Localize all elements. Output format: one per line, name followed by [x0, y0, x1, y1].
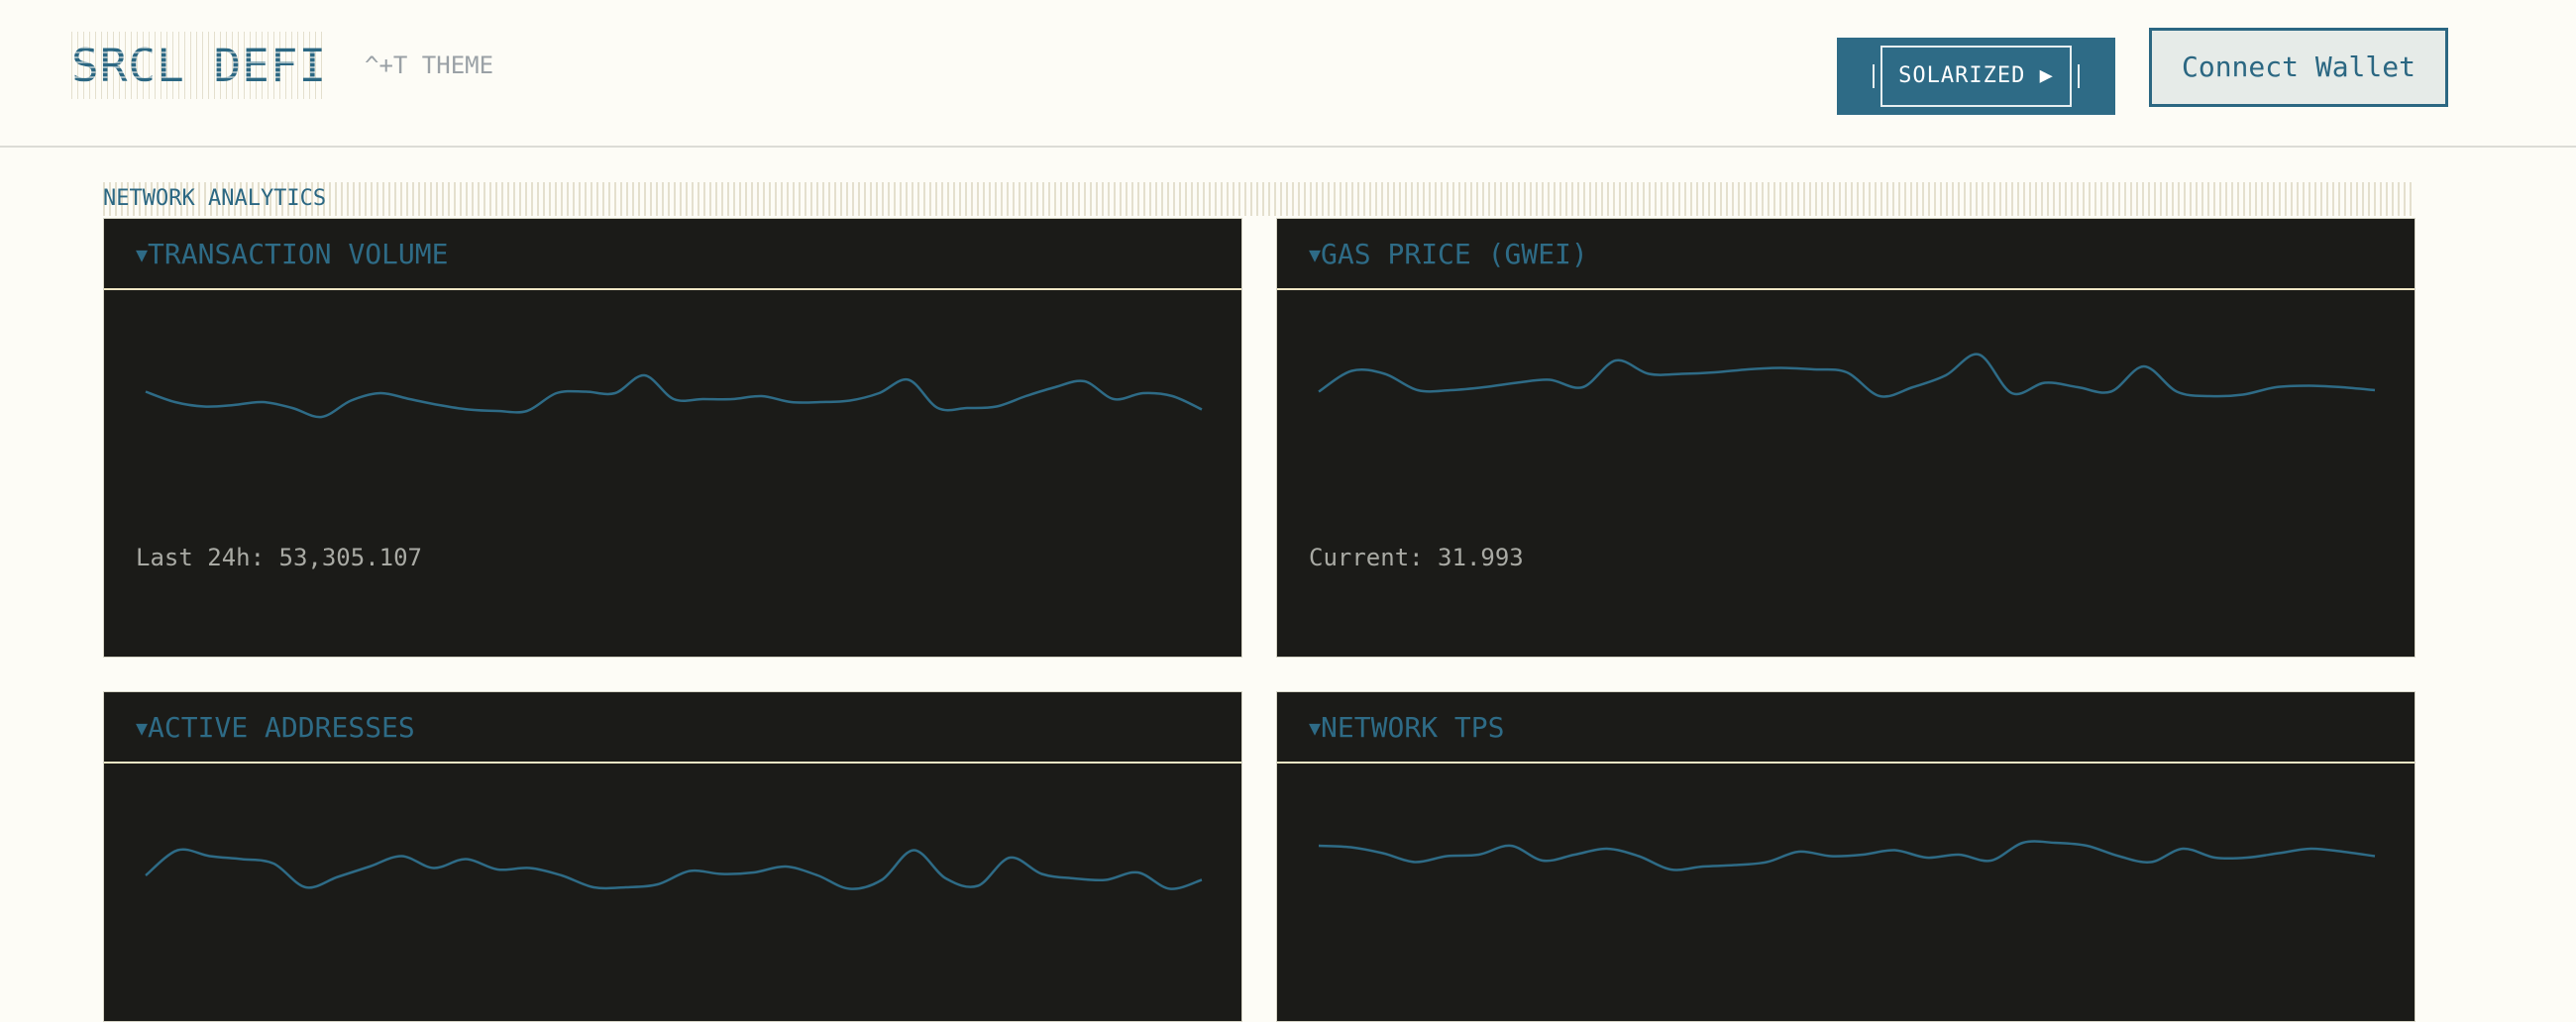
panel-transaction-volume: ▼TRANSACTION VOLUME Last 24h: 53,305.107 [103, 218, 1242, 658]
connect-wallet-button[interactable]: Connect Wallet [2149, 28, 2448, 107]
caret-down-icon: ▼ [136, 716, 149, 740]
panel-title: GAS PRICE (GWEI) [1321, 238, 1588, 270]
chart-line [145, 373, 1203, 419]
caret-down-icon: ▼ [1309, 243, 1322, 266]
caret-down-icon: ▼ [136, 243, 149, 266]
panel-title: TRANSACTION VOLUME [148, 238, 449, 270]
line-chart [1318, 840, 2376, 871]
panel-header[interactable]: ▼ACTIVE ADDRESSES [104, 692, 1241, 764]
line-chart [145, 848, 1203, 890]
app-logo[interactable]: SRCL DEFI [71, 32, 327, 99]
panel-gas-price: ▼GAS PRICE (GWEI) Current: 31.993 [1276, 218, 2415, 658]
chart-line [1318, 353, 2376, 398]
panel-title: NETWORK TPS [1321, 711, 1505, 744]
chart-line [145, 848, 1203, 890]
section-title: NETWORK ANALYTICS [103, 182, 2415, 216]
chart-line [1318, 840, 2376, 871]
panel-stat: Current: 31.993 [1309, 544, 1524, 571]
panel-header[interactable]: ▼NETWORK TPS [1277, 692, 2415, 764]
panel-header[interactable]: ▼TRANSACTION VOLUME [104, 219, 1241, 290]
theme-shortcut-hint: ^+T THEME [365, 51, 494, 79]
panel-network-tps: ▼NETWORK TPS [1276, 691, 2415, 1022]
panel-title: ACTIVE ADDRESSES [148, 711, 415, 744]
line-chart [1318, 353, 2376, 398]
panel-header[interactable]: ▼GAS PRICE (GWEI) [1277, 219, 2415, 290]
panel-active-addresses: ▼ACTIVE ADDRESSES [103, 691, 1242, 1022]
top-header: SRCL DEFI ^+T THEME SOLARIZED ▶ Connect … [0, 0, 2576, 148]
line-chart [145, 373, 1203, 419]
bracket-left-decoration [1873, 64, 1875, 88]
theme-toggle-label: SOLARIZED ▶ [1880, 46, 2072, 107]
theme-toggle-button[interactable]: SOLARIZED ▶ [1837, 38, 2115, 115]
caret-down-icon: ▼ [1309, 716, 1322, 740]
bracket-right-decoration [2078, 64, 2080, 88]
panel-stat: Last 24h: 53,305.107 [136, 544, 422, 571]
logo-text: SRCL DEFI [71, 39, 327, 92]
